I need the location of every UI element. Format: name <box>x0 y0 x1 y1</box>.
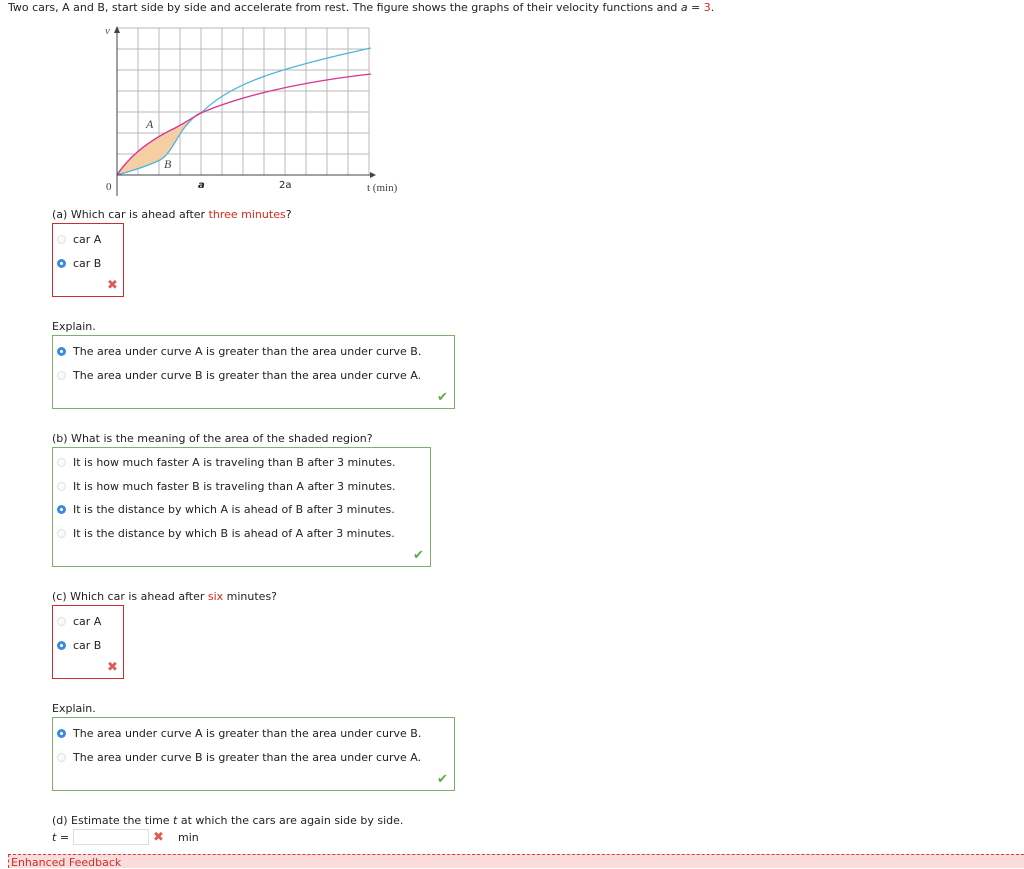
incorrect-icon: ✖ <box>153 830 164 845</box>
part-b-option-4[interactable]: It is the distance by which B is ahead o… <box>57 527 395 540</box>
part-b-option-2[interactable]: It is how much faster B is traveling tha… <box>57 480 395 493</box>
incorrect-icon: ✖ <box>107 660 118 675</box>
part-c-answer-box: car A car B ✖ <box>52 605 124 679</box>
radio-button[interactable] <box>57 753 66 762</box>
radio-button-selected[interactable] <box>57 505 66 514</box>
radio-button[interactable] <box>57 617 66 626</box>
t-answer-input[interactable] <box>73 829 149 845</box>
radio-button-selected[interactable] <box>57 259 66 268</box>
part-a-explain-option-1[interactable]: The area under curve A is greater than t… <box>57 345 421 358</box>
radio-button[interactable] <box>57 458 66 467</box>
a-value: 3 <box>703 1 711 14</box>
part-c-explain-option-1[interactable]: The area under curve A is greater than t… <box>57 727 421 740</box>
tick-label-2a: 2a <box>279 180 292 191</box>
unit-label: min <box>178 831 199 844</box>
part-a-option-car-b[interactable]: car B <box>57 257 101 270</box>
enhanced-feedback-panel[interactable]: Enhanced Feedback <box>8 854 1024 869</box>
problem-statement: Two cars, A and B, start side by side an… <box>8 1 715 14</box>
part-b-answer-box: It is how much faster A is traveling tha… <box>52 447 431 567</box>
part-c-explain-box: The area under curve A is greater than t… <box>52 717 455 791</box>
part-b-option-1[interactable]: It is how much faster A is traveling tha… <box>57 456 395 469</box>
part-a-question: (a) Which car is ahead after three minut… <box>52 208 292 221</box>
part-c-explain-label: Explain. <box>52 702 96 715</box>
curve-a-label: A <box>145 117 154 131</box>
part-c-option-car-b[interactable]: car B <box>57 639 101 652</box>
tick-label-a: a <box>198 180 205 191</box>
correct-icon: ✔ <box>437 390 448 405</box>
part-a-answer-box: car A car B ✖ <box>52 223 124 297</box>
y-axis-label: v <box>105 25 110 37</box>
y-axis-arrow-icon <box>114 26 120 33</box>
enhanced-feedback-label[interactable]: Enhanced Feedback <box>11 856 121 869</box>
radio-button-selected[interactable] <box>57 641 66 650</box>
curve-b-label: B <box>164 157 172 171</box>
x-axis-arrow-icon <box>370 172 376 178</box>
x-axis-label: t (min) <box>367 182 398 194</box>
part-a-explain-box: The area under curve A is greater than t… <box>52 335 455 409</box>
radio-button[interactable] <box>57 482 66 491</box>
radio-button-selected[interactable] <box>57 347 66 356</box>
correct-icon: ✔ <box>437 772 448 787</box>
radio-button[interactable] <box>57 371 66 380</box>
part-c-option-car-a[interactable]: car A <box>57 615 101 628</box>
incorrect-icon: ✖ <box>107 278 118 293</box>
part-a-explain-label: Explain. <box>52 320 96 333</box>
correct-icon: ✔ <box>413 548 424 563</box>
radio-button[interactable] <box>57 235 66 244</box>
part-a-option-car-a[interactable]: car A <box>57 233 101 246</box>
part-a-explain-option-2[interactable]: The area under curve B is greater than t… <box>57 369 421 382</box>
part-d-question: (d) Estimate the time t at which the car… <box>52 814 404 827</box>
t-input-label: t = <box>52 831 70 844</box>
radio-button[interactable] <box>57 529 66 538</box>
part-c-question: (c) Which car is ahead after six minutes… <box>52 590 278 603</box>
part-c-explain-option-2[interactable]: The area under curve B is greater than t… <box>57 751 421 764</box>
velocity-graph: v 0 a 2a t (min) A B <box>105 25 398 196</box>
origin-label: 0 <box>106 181 112 193</box>
part-b-option-3[interactable]: It is the distance by which A is ahead o… <box>57 503 395 516</box>
part-b-question: (b) What is the meaning of the area of t… <box>52 432 373 445</box>
radio-button-selected[interactable] <box>57 729 66 738</box>
